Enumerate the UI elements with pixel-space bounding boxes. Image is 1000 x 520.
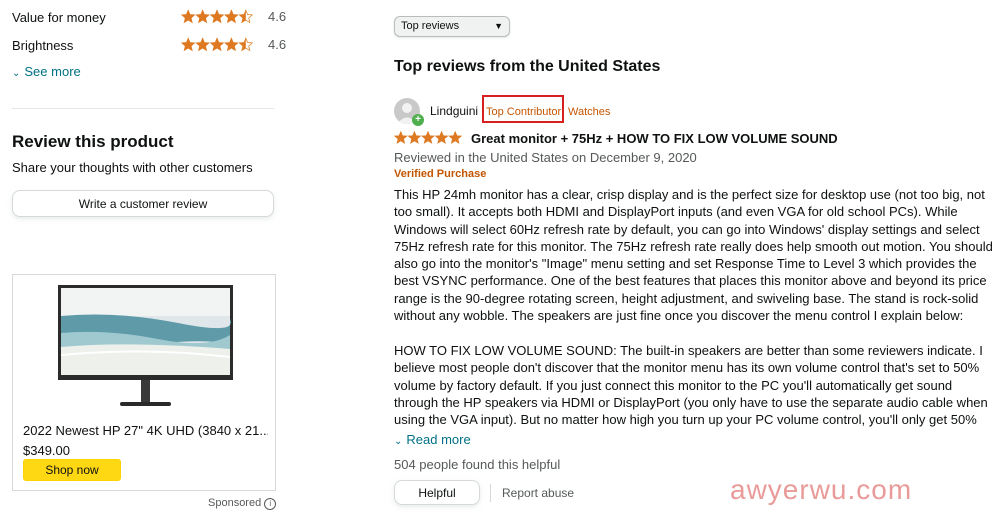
rating-row-brightness[interactable]: Brightness 4.6 bbox=[12, 35, 286, 55]
review-headline[interactable]: Great monitor + 75Hz + HOW TO FIX LOW VO… bbox=[471, 131, 838, 146]
rating-value: 4.6 bbox=[268, 37, 287, 52]
sponsored-label[interactable]: Sponsored i bbox=[208, 497, 277, 510]
star-fill bbox=[421, 131, 435, 144]
sort-selected-value: Top reviews bbox=[401, 20, 460, 32]
read-more-label: Read more bbox=[406, 432, 471, 447]
star-rating-icon bbox=[181, 37, 253, 52]
report-abuse-link[interactable]: Report abuse bbox=[502, 486, 574, 500]
star-rating-icon bbox=[181, 9, 253, 24]
star-fill bbox=[449, 131, 462, 144]
star-fill bbox=[210, 10, 224, 23]
plus-badge-icon: + bbox=[412, 114, 424, 126]
top-reviews-heading: Top reviews from the United States bbox=[394, 58, 661, 75]
reviewer-name[interactable]: Lindguini bbox=[430, 104, 478, 118]
star-fill bbox=[408, 131, 421, 144]
see-more-label: See more bbox=[24, 64, 81, 79]
sponsored-ad-card[interactable]: 2022 Newest HP 27" 4K UHD (3840 x 21... … bbox=[12, 274, 276, 491]
rating-label: Brightness bbox=[12, 37, 74, 53]
star-rating-icon[interactable] bbox=[394, 131, 462, 145]
read-more-link[interactable]: ⌄ Read more bbox=[394, 432, 477, 447]
ad-product-title[interactable]: 2022 Newest HP 27" 4K UHD (3840 x 21... bbox=[23, 423, 268, 438]
star-fill bbox=[181, 38, 195, 51]
write-review-button[interactable]: Write a customer review bbox=[12, 190, 274, 217]
chevron-down-icon: ⌄ bbox=[394, 436, 403, 447]
helpful-button[interactable]: Helpful bbox=[394, 480, 480, 505]
review-this-product-title: Review this product bbox=[12, 132, 174, 151]
star-fill bbox=[196, 10, 210, 23]
review-body-p1-container: This HP 24mh monitor has a clear, crisp … bbox=[394, 186, 994, 324]
star-fill bbox=[224, 38, 238, 51]
review-body-paragraph: This HP 24mh monitor has a clear, crisp … bbox=[394, 187, 993, 324]
star-fill bbox=[196, 38, 210, 51]
star-fill bbox=[210, 38, 224, 51]
helpful-count: 504 people found this helpful bbox=[394, 457, 561, 472]
monitor-product-image[interactable] bbox=[58, 285, 233, 410]
chevron-down-icon: ▼ bbox=[494, 21, 503, 31]
review-date: Reviewed in the United States on Decembe… bbox=[394, 150, 697, 165]
sponsored-text: Sponsored bbox=[208, 497, 262, 509]
review-body-p2-container: HOW TO FIX LOW VOLUME SOUND: The built-i… bbox=[394, 342, 994, 428]
badge-topic[interactable]: Watches bbox=[568, 106, 610, 118]
rating-value: 4.6 bbox=[268, 9, 287, 24]
star-fill bbox=[394, 131, 407, 144]
review-this-product-subtitle: Share your thoughts with other customers bbox=[12, 160, 253, 175]
star-fill bbox=[435, 131, 448, 144]
review-body-paragraph: HOW TO FIX LOW VOLUME SOUND: The built-i… bbox=[394, 343, 988, 428]
divider bbox=[490, 484, 491, 502]
star-fill bbox=[224, 10, 238, 23]
divider bbox=[12, 108, 274, 109]
ad-price: $349.00 bbox=[23, 443, 70, 458]
shop-now-button[interactable]: Shop now bbox=[23, 459, 121, 481]
star-fill bbox=[181, 10, 195, 23]
top-contributor-badge[interactable]: Top Contributor bbox=[486, 106, 561, 118]
chevron-down-icon: ⌄ bbox=[12, 68, 21, 79]
info-icon: i bbox=[264, 498, 277, 510]
verified-purchase-badge: Verified Purchase bbox=[394, 168, 487, 180]
watermark-text: awyerwu.com bbox=[730, 474, 913, 505]
rating-label: Value for money bbox=[12, 9, 106, 25]
see-more-link[interactable]: ⌄ See more bbox=[12, 64, 81, 79]
sort-dropdown[interactable]: Top reviews ▼ bbox=[394, 16, 510, 37]
rating-row-value-for-money[interactable]: Value for money 4.6 bbox=[12, 7, 286, 27]
